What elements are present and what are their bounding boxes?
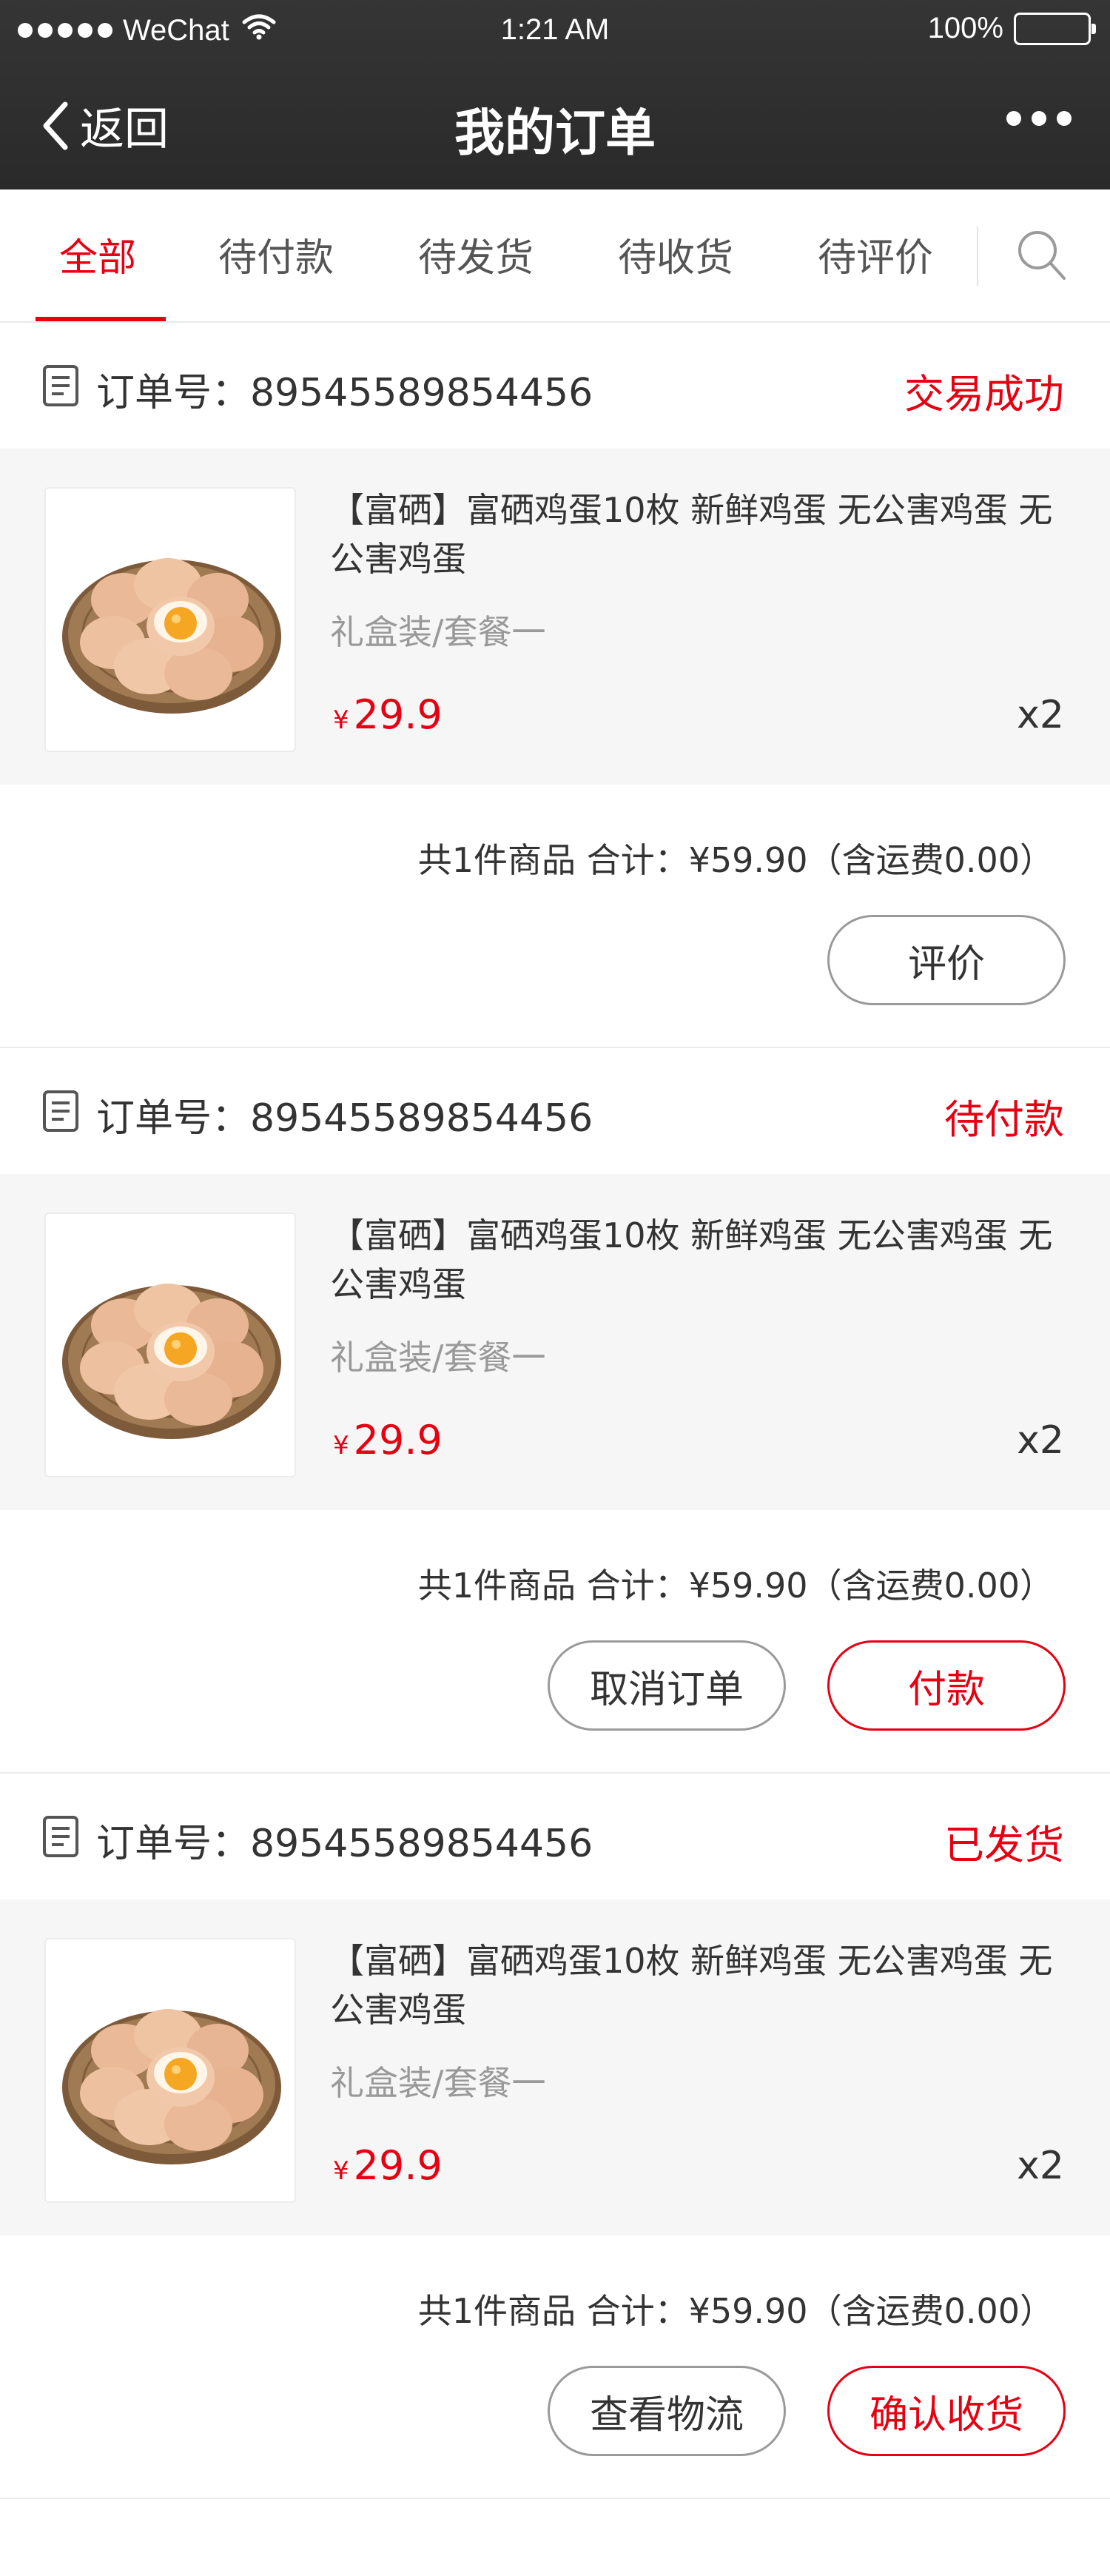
product-spec: 礼盒装/套餐一 — [330, 2063, 546, 2103]
product-image[interactable] — [44, 1212, 296, 1477]
order-number-label: 订单号： — [96, 1096, 251, 1141]
order-header: 订单号：89545589854456 待付款 — [0, 1048, 1110, 1174]
product-image[interactable] — [44, 1938, 296, 2203]
currency-symbol: ¥ — [333, 2156, 349, 2186]
order-action-button[interactable]: 取消订单 — [548, 1640, 786, 1731]
order-doc-icon — [41, 1090, 80, 1136]
tab-divider — [977, 227, 978, 286]
order-item[interactable]: 【富硒】富硒鸡蛋10枚 新鲜鸡蛋 无公害鸡蛋 无公害鸡蛋 礼盒装/套餐一 ¥29… — [0, 1899, 1110, 2235]
price-value: 29.9 — [353, 691, 443, 738]
order-number-label: 订单号： — [96, 371, 251, 415]
order-item[interactable]: 【富硒】富硒鸡蛋10枚 新鲜鸡蛋 无公害鸡蛋 无公害鸡蛋 礼盒装/套餐一 ¥29… — [0, 449, 1110, 785]
order-card: 订单号：89545589854456 已发货 【富硒】富硒鸡蛋10枚 新鲜鸡蛋 … — [0, 1774, 1110, 2499]
battery-icon — [1014, 12, 1096, 45]
order-summary: 共1件商品 合计：¥59.90（含运费0.00） — [417, 840, 1054, 880]
order-doc-icon — [41, 1815, 80, 1861]
tab-all[interactable]: 全部 — [59, 227, 136, 282]
order-action-button[interactable]: 确认收货 — [827, 2366, 1066, 2456]
order-summary: 共1件商品 合计：¥59.90（含运费0.00） — [417, 1566, 1054, 1606]
order-status: 待付款 — [944, 1096, 1064, 1143]
product-image[interactable] — [44, 487, 296, 752]
tab-pending-review[interactable]: 待评价 — [818, 227, 933, 282]
product-name[interactable]: 【富硒】富硒鸡蛋10枚 新鲜鸡蛋 无公害鸡蛋 无公害鸡蛋 — [330, 1936, 1055, 2034]
order-action-button[interactable]: 付款 — [827, 1640, 1066, 1731]
order-header: 订单号：89545589854456 交易成功 — [0, 323, 1110, 449]
status-bar: WeChat 1:21 AM 100% — [0, 0, 1110, 62]
product-quantity: x2 — [1017, 1418, 1064, 1463]
product-name[interactable]: 【富硒】富硒鸡蛋10枚 新鲜鸡蛋 无公害鸡蛋 无公害鸡蛋 — [330, 1211, 1055, 1309]
order-status: 已发货 — [944, 1822, 1064, 1868]
order-action-button[interactable]: 评价 — [827, 915, 1066, 1005]
price-value: 29.9 — [353, 2142, 443, 2189]
order-number-value: 89545589854456 — [250, 371, 593, 415]
order-number-value: 89545589854456 — [250, 1822, 593, 1866]
order-number: 订单号：89545589854456 — [96, 361, 593, 417]
product-quantity: x2 — [1017, 2144, 1064, 2188]
status-right: 100% — [927, 12, 1096, 45]
order-doc-icon — [41, 364, 80, 410]
top-bar: WeChat 1:21 AM 100% 返回 我的订单 — [0, 0, 1110, 189]
order-number: 订单号：89545589854456 — [96, 1812, 593, 1868]
active-tab-indicator — [36, 317, 166, 321]
order-action-button[interactable]: 查看物流 — [548, 2366, 786, 2456]
order-status: 交易成功 — [904, 371, 1064, 417]
currency-symbol: ¥ — [333, 1431, 349, 1460]
page-title: 我的订单 — [454, 104, 656, 163]
order-tabs: 全部 待付款 待发货 待收货 待评价 — [0, 189, 1110, 323]
battery-percent: 100% — [927, 12, 1003, 44]
nav-bar: 返回 我的订单 — [0, 62, 1110, 189]
product-price: ¥29.9 — [333, 1417, 443, 1463]
product-spec: 礼盒装/套餐一 — [330, 612, 546, 652]
order-card: 订单号：89545589854456 待付款 【富硒】富硒鸡蛋10枚 新鲜鸡蛋 … — [0, 1048, 1110, 1774]
tab-pending-payment[interactable]: 待付款 — [218, 227, 334, 282]
tab-pending-receipt[interactable]: 待收货 — [618, 227, 733, 282]
price-value: 29.9 — [353, 1417, 443, 1463]
order-card: 订单号：89545589854456 交易成功 【富硒】富硒鸡蛋10枚 新鲜鸡蛋… — [0, 323, 1110, 1048]
order-number-label: 订单号： — [96, 1822, 251, 1866]
product-quantity: x2 — [1017, 693, 1064, 737]
search-icon[interactable] — [1015, 228, 1069, 287]
currency-symbol: ¥ — [333, 705, 349, 735]
order-footer: 共1件商品 合计：¥59.90（含运费0.00） 评价 — [0, 785, 1110, 1048]
order-item[interactable]: 【富硒】富硒鸡蛋10枚 新鲜鸡蛋 无公害鸡蛋 无公害鸡蛋 礼盒装/套餐一 ¥29… — [0, 1174, 1110, 1510]
tab-pending-shipment[interactable]: 待发货 — [418, 227, 534, 282]
product-price: ¥29.9 — [333, 2142, 443, 2189]
order-number: 订单号：89545589854456 — [96, 1087, 593, 1142]
more-dots-icon[interactable] — [1006, 111, 1072, 126]
order-header: 订单号：89545589854456 已发货 — [0, 1774, 1110, 1899]
product-name[interactable]: 【富硒】富硒鸡蛋10枚 新鲜鸡蛋 无公害鸡蛋 无公害鸡蛋 — [330, 486, 1055, 583]
product-spec: 礼盒装/套餐一 — [330, 1338, 546, 1378]
product-price: ¥29.9 — [333, 691, 443, 738]
order-footer: 共1件商品 合计：¥59.90（含运费0.00） 取消订单 付款 — [0, 1510, 1110, 1774]
order-number-value: 89545589854456 — [250, 1096, 593, 1141]
order-footer: 共1件商品 合计：¥59.90（含运费0.00） 查看物流 确认收货 — [0, 2235, 1110, 2499]
order-summary: 共1件商品 合计：¥59.90（含运费0.00） — [417, 2291, 1054, 2331]
